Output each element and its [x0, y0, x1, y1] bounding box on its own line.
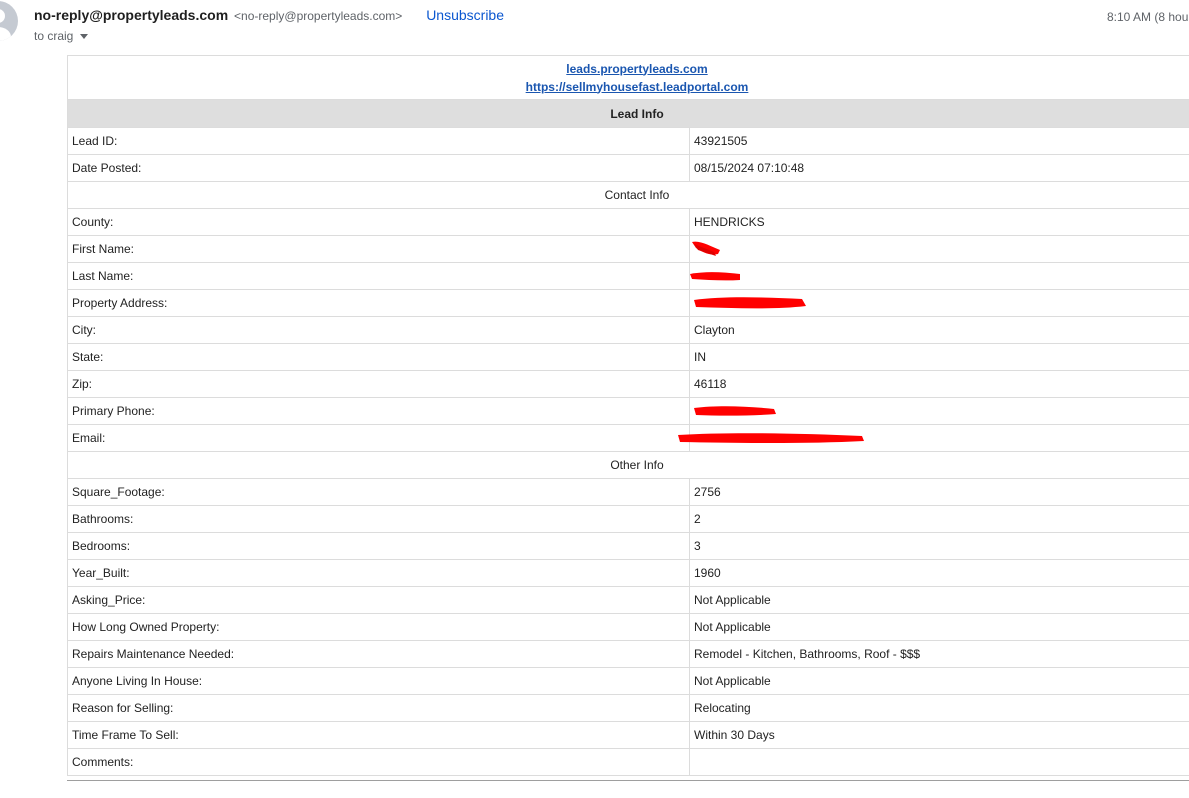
- table-row: State: IN: [67, 343, 1189, 371]
- row-label: City:: [67, 316, 690, 344]
- leads-link[interactable]: leads.propertyleads.com: [566, 62, 707, 76]
- row-value: 2756: [689, 478, 1189, 506]
- row-value: [689, 748, 1189, 776]
- row-label: First Name:: [67, 235, 690, 263]
- row-label: Bathrooms:: [67, 505, 690, 533]
- table-row: Last Name:: [67, 262, 1189, 290]
- contact-info-heading: Contact Info: [67, 181, 1189, 209]
- redaction-scribble: [692, 241, 720, 256]
- other-info-row: Other Info: [67, 451, 1189, 479]
- table-row: Repairs Maintenance Needed: Remodel - Ki…: [67, 640, 1189, 668]
- row-label: Date Posted:: [67, 154, 690, 182]
- row-value-redacted: [689, 397, 1189, 425]
- other-info-heading: Other Info: [67, 451, 1189, 479]
- table-row: County: HENDRICKS: [67, 208, 1189, 236]
- row-value: Clayton: [689, 316, 1189, 344]
- chevron-down-icon[interactable]: [80, 34, 89, 39]
- row-label: Last Name:: [67, 262, 690, 290]
- sender-avatar[interactable]: [0, 1, 18, 41]
- row-label: Bedrooms:: [67, 532, 690, 560]
- row-value: 43921505: [689, 127, 1189, 155]
- row-label: State:: [67, 343, 690, 371]
- row-value: 1960: [689, 559, 1189, 587]
- table-row: Zip: 46118: [67, 370, 1189, 398]
- lead-info-header-row: Lead Info: [67, 99, 1189, 128]
- row-label: Comments:: [67, 748, 690, 776]
- row-value-redacted: [678, 424, 1189, 452]
- row-label: Square_Footage:: [67, 478, 690, 506]
- lead-info-heading: Lead Info: [67, 99, 1189, 128]
- row-label: Lead ID:: [67, 127, 690, 155]
- table-row: Email:: [67, 424, 1189, 452]
- row-label: Property Address:: [67, 289, 690, 317]
- table-row: Year_Built: 1960: [67, 559, 1189, 587]
- row-label: How Long Owned Property:: [67, 613, 690, 641]
- row-label: Year_Built:: [67, 559, 690, 587]
- table-row: Asking_Price: Not Applicable: [67, 586, 1189, 614]
- redaction-scribble: [690, 272, 740, 281]
- redaction-scribble: [694, 297, 806, 309]
- row-label: County:: [67, 208, 690, 236]
- table-row: Reason for Selling: Relocating: [67, 694, 1189, 722]
- lead-table: leads.propertyleads.com https://sellmyho…: [67, 55, 1189, 776]
- row-value: 46118: [689, 370, 1189, 398]
- row-label: Repairs Maintenance Needed:: [67, 640, 690, 668]
- table-row: How Long Owned Property: Not Applicable: [67, 613, 1189, 641]
- table-row: Time Frame To Sell: Within 30 Days: [67, 721, 1189, 749]
- row-value: Within 30 Days: [689, 721, 1189, 749]
- person-icon: [0, 9, 11, 41]
- row-value: Not Applicable: [689, 586, 1189, 614]
- row-value: 3: [689, 532, 1189, 560]
- row-label: Zip:: [67, 370, 690, 398]
- row-value-redacted: [689, 262, 1189, 290]
- sender-name[interactable]: no-reply@propertyleads.com: [34, 7, 228, 23]
- table-row: City: Clayton: [67, 316, 1189, 344]
- links-cell: leads.propertyleads.com https://sellmyho…: [67, 55, 1189, 100]
- sender-line: no-reply@propertyleads.com <no-reply@pro…: [34, 7, 504, 23]
- table-row: Anyone Living In House: Not Applicable: [67, 667, 1189, 695]
- row-label: Reason for Selling:: [67, 694, 690, 722]
- table-row: Comments:: [67, 748, 1189, 776]
- row-value: Remodel - Kitchen, Bathrooms, Roof - $$$: [689, 640, 1189, 668]
- row-value: 08/15/2024 07:10:48: [689, 154, 1189, 182]
- table-row: Bedrooms: 3: [67, 532, 1189, 560]
- row-label: Primary Phone:: [67, 397, 690, 425]
- row-value: 2: [689, 505, 1189, 533]
- recipient-text: to craig: [34, 29, 74, 43]
- portal-link[interactable]: https://sellmyhousefast.leadportal.com: [526, 80, 749, 94]
- row-label: Anyone Living In House:: [67, 667, 690, 695]
- row-value: Relocating: [689, 694, 1189, 722]
- row-value: Not Applicable: [689, 667, 1189, 695]
- row-value-redacted: [689, 235, 1189, 263]
- sender-email: <no-reply@propertyleads.com>: [234, 9, 403, 23]
- email-timestamp: 8:10 AM (8 hour: [1107, 10, 1189, 24]
- table-row: Square_Footage: 2756: [67, 478, 1189, 506]
- redaction-scribble: [678, 433, 864, 443]
- row-value: IN: [689, 343, 1189, 371]
- table-row: First Name:: [67, 235, 1189, 263]
- recipient-line[interactable]: to craig: [34, 29, 89, 43]
- redaction-scribble: [694, 406, 776, 416]
- row-label: Time Frame To Sell:: [67, 721, 690, 749]
- row-label: Asking_Price:: [67, 586, 690, 614]
- links-row: leads.propertyleads.com https://sellmyho…: [67, 55, 1189, 100]
- row-value: HENDRICKS: [689, 208, 1189, 236]
- row-label: Email:: [67, 424, 690, 452]
- row-value: Not Applicable: [689, 613, 1189, 641]
- table-row: Lead ID: 43921505: [67, 127, 1189, 155]
- table-row: Property Address:: [67, 289, 1189, 317]
- table-row: Primary Phone:: [67, 397, 1189, 425]
- divider: [67, 780, 1189, 781]
- contact-info-row: Contact Info: [67, 181, 1189, 209]
- table-row: Date Posted: 08/15/2024 07:10:48: [67, 154, 1189, 182]
- table-row: Bathrooms: 2: [67, 505, 1189, 533]
- unsubscribe-link[interactable]: Unsubscribe: [426, 7, 504, 23]
- row-value-redacted: [689, 289, 1189, 317]
